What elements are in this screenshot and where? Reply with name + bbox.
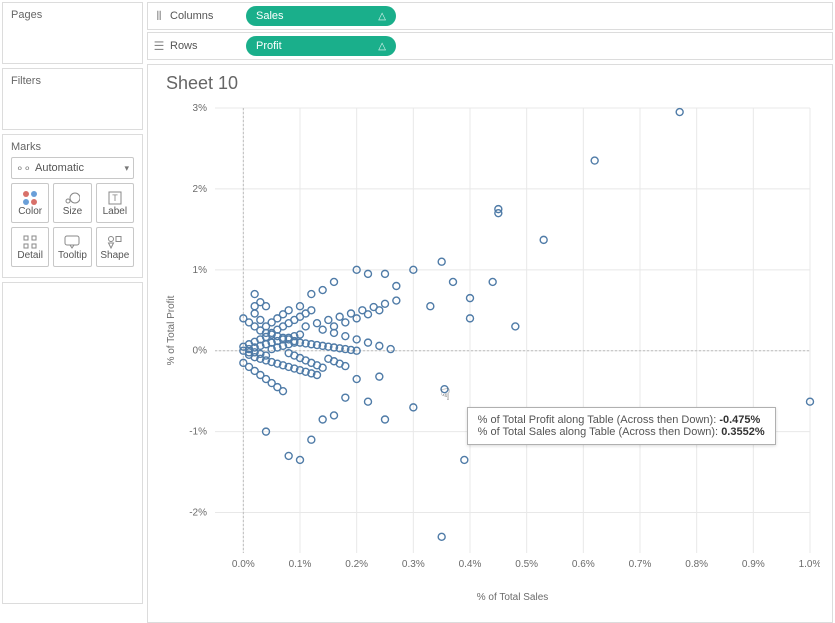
rows-label: Rows [170, 40, 246, 52]
columns-pill[interactable]: Sales △ [246, 6, 396, 26]
svg-text:% of Total Profit: % of Total Profit [166, 295, 177, 365]
svg-text:-2%: -2% [189, 508, 207, 519]
label-icon: T [108, 190, 122, 206]
svg-text:0.8%: 0.8% [685, 559, 708, 570]
filters-title: Filters [11, 75, 134, 87]
size-button[interactable]: Size [53, 183, 91, 223]
columns-icon: ⦀ [148, 9, 170, 24]
automatic-icon: ∘∘ [16, 161, 31, 175]
chevron-down-icon: ▾ [124, 163, 129, 174]
sheet-title: Sheet 10 [166, 73, 820, 94]
detail-icon [23, 234, 37, 250]
svg-text:1.0%: 1.0% [799, 559, 820, 570]
shape-button[interactable]: Shape [96, 227, 134, 267]
filters-card[interactable]: Filters [2, 68, 143, 130]
detail-button[interactable]: Detail [11, 227, 49, 267]
color-button[interactable]: Color [11, 183, 49, 223]
svg-text:3%: 3% [193, 103, 208, 114]
mark-type-label: Automatic [35, 162, 84, 174]
rows-shelf[interactable]: ☰ Rows Profit △ [147, 32, 833, 60]
svg-text:0.2%: 0.2% [345, 559, 368, 570]
mark-type-dropdown[interactable]: ∘∘ Automatic ▾ [11, 157, 134, 179]
columns-label: Columns [170, 10, 246, 22]
table-calc-icon: △ [378, 41, 386, 52]
tooltip-icon [64, 234, 80, 250]
svg-text:0.5%: 0.5% [515, 559, 538, 570]
svg-text:-1%: -1% [189, 427, 207, 438]
svg-text:0.6%: 0.6% [572, 559, 595, 570]
scatter-chart[interactable]: 0.0% 0.1% 0.2% 0.3% 0.4% 0.5% 0.6% 0.7% 0.8% 0.9%… [160, 98, 820, 618]
svg-text:0.3%: 0.3% [402, 559, 425, 570]
color-icon [23, 190, 37, 206]
sheet-area: Sheet 10 0.0% 0.1% 0.2% 0.3% 0.4% 0.5% 0.6% 0.7… [147, 64, 833, 623]
svg-text:0.4%: 0.4% [459, 559, 482, 570]
rows-pill[interactable]: Profit △ [246, 36, 396, 56]
size-icon [64, 190, 80, 206]
shape-icon [107, 234, 123, 250]
tooltip-box: % of Total Profit along Table (Across th… [467, 407, 776, 445]
svg-text:% of Total Sales: % of Total Sales [477, 592, 549, 603]
rows-icon: ☰ [148, 39, 170, 53]
marks-title: Marks [11, 141, 134, 153]
tooltip-button[interactable]: Tooltip [53, 227, 91, 267]
svg-text:0.1%: 0.1% [289, 559, 312, 570]
svg-text:0.7%: 0.7% [629, 559, 652, 570]
svg-text:0.9%: 0.9% [742, 559, 765, 570]
svg-text:T: T [112, 193, 118, 203]
empty-panel [2, 282, 143, 604]
columns-shelf[interactable]: ⦀ Columns Sales △ [147, 2, 833, 30]
svg-text:0.0%: 0.0% [232, 559, 255, 570]
pages-card[interactable]: Pages [2, 2, 143, 64]
marks-card: Marks ∘∘ Automatic ▾ Color [2, 134, 143, 278]
table-calc-icon: △ [378, 11, 386, 22]
svg-text:1%: 1% [193, 265, 208, 276]
label-button[interactable]: T Label [96, 183, 134, 223]
svg-text:2%: 2% [193, 184, 208, 195]
pages-title: Pages [11, 9, 134, 21]
svg-text:0%: 0% [193, 346, 208, 357]
